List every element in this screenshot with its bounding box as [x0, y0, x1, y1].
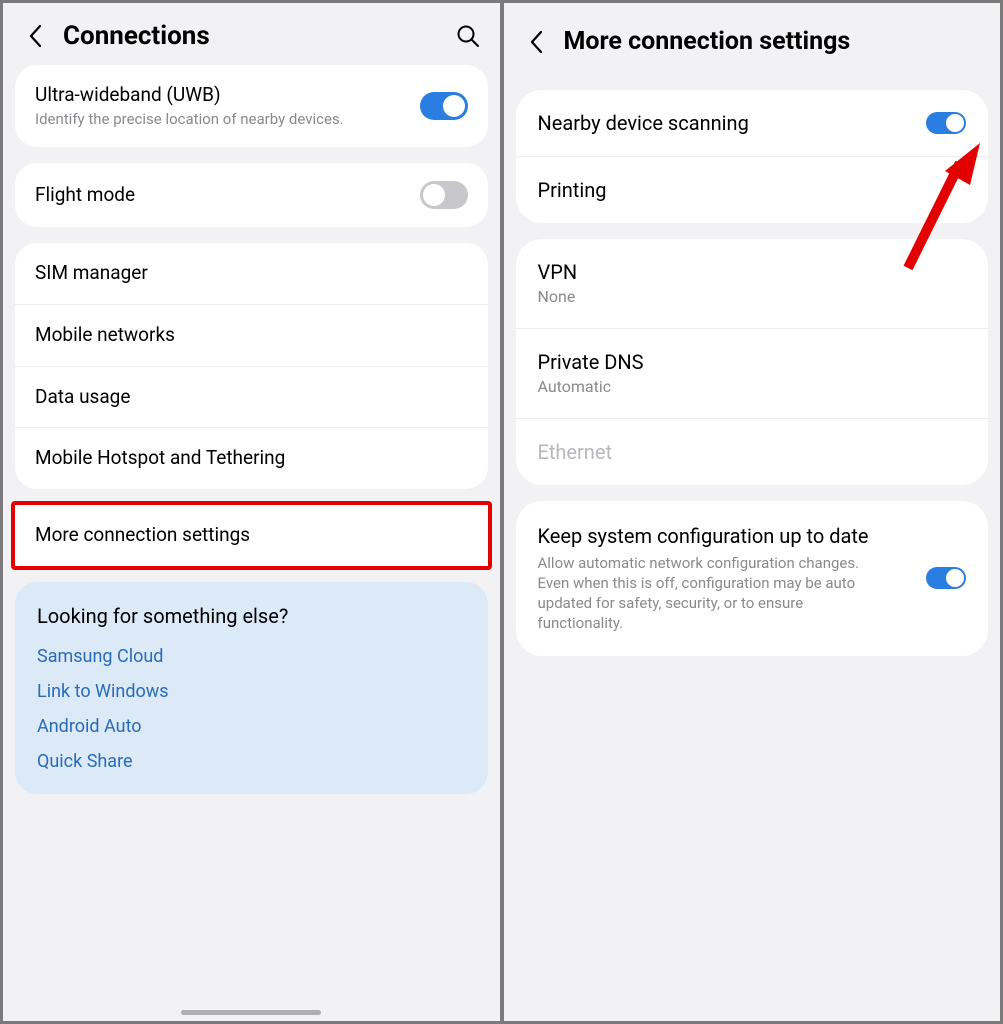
network-card: SIM manager Mobile networks Data usage M… [15, 243, 488, 489]
content-right: Nearby device scanning Printing VPN None… [504, 70, 1001, 1021]
uwb-card: Ultra-wideband (UWB) Identify the precis… [15, 65, 488, 147]
printing-label: Printing [538, 177, 607, 203]
keep-config-toggle[interactable] [926, 567, 966, 589]
sim-manager-label: SIM manager [35, 261, 148, 286]
nearby-scanning-label: Nearby device scanning [538, 110, 749, 136]
more-connection-label: More connection settings [35, 523, 250, 548]
back-icon[interactable] [524, 30, 548, 54]
highlight-box: More connection settings [11, 501, 492, 570]
content-left: Ultra-wideband (UWB) Identify the precis… [3, 65, 500, 1002]
header-left: Connections [3, 3, 500, 65]
vpn-item[interactable]: VPN None [516, 239, 989, 328]
vpn-title: VPN [538, 259, 967, 285]
ethernet-item: Ethernet [516, 418, 989, 485]
link-android-auto[interactable]: Android Auto [37, 716, 466, 737]
home-indicator[interactable] [181, 1010, 321, 1015]
keep-config-card: Keep system configuration up to date All… [516, 501, 989, 656]
mobile-networks-label: Mobile networks [35, 323, 175, 348]
uwb-toggle[interactable] [420, 92, 468, 120]
private-dns-title: Private DNS [538, 349, 967, 375]
nearby-scanning-toggle[interactable] [926, 112, 966, 134]
flight-mode-toggle[interactable] [420, 181, 468, 209]
keep-config-item[interactable]: Keep system configuration up to date All… [516, 501, 989, 656]
private-dns-subtitle: Automatic [538, 377, 967, 398]
link-samsung-cloud[interactable]: Samsung Cloud [37, 646, 466, 667]
flight-mode-card: Flight mode [15, 163, 488, 227]
scan-print-card: Nearby device scanning Printing [516, 90, 989, 223]
page-title: Connections [63, 21, 440, 51]
search-icon[interactable] [456, 24, 480, 48]
ethernet-label: Ethernet [538, 439, 613, 465]
keep-config-title: Keep system configuration up to date [538, 523, 927, 549]
back-icon[interactable] [23, 24, 47, 48]
keep-config-desc: Allow automatic network configuration ch… [538, 553, 878, 634]
page-title-right: More connection settings [564, 27, 981, 56]
more-connection-item[interactable]: More connection settings [15, 505, 488, 566]
data-usage-item[interactable]: Data usage [15, 366, 488, 428]
private-dns-item[interactable]: Private DNS Automatic [516, 328, 989, 418]
info-card: Looking for something else? Samsung Clou… [15, 582, 488, 794]
hotspot-item[interactable]: Mobile Hotspot and Tethering [15, 427, 488, 489]
vpn-subtitle: None [538, 287, 967, 308]
link-link-to-windows[interactable]: Link to Windows [37, 681, 466, 702]
hotspot-label: Mobile Hotspot and Tethering [35, 446, 285, 471]
mobile-networks-item[interactable]: Mobile networks [15, 304, 488, 366]
data-usage-label: Data usage [35, 385, 130, 410]
printing-item[interactable]: Printing [516, 156, 989, 223]
connections-panel: Connections Ultra-wideband (UWB) Identif… [3, 3, 500, 1021]
header-right: More connection settings [504, 3, 1001, 70]
flight-mode-title: Flight mode [35, 183, 420, 208]
network-advanced-card: VPN None Private DNS Automatic Ethernet [516, 239, 989, 485]
sim-manager-item[interactable]: SIM manager [15, 243, 488, 304]
uwb-item[interactable]: Ultra-wideband (UWB) Identify the precis… [15, 65, 488, 147]
flight-mode-item[interactable]: Flight mode [15, 163, 488, 227]
info-title: Looking for something else? [37, 604, 466, 628]
nearby-scanning-item[interactable]: Nearby device scanning [516, 90, 989, 156]
uwb-title: Ultra-wideband (UWB) [35, 83, 420, 108]
link-quick-share[interactable]: Quick Share [37, 751, 466, 772]
more-connection-panel: More connection settings Nearby device s… [504, 3, 1001, 1021]
uwb-subtitle: Identify the precise location of nearby … [35, 110, 420, 130]
